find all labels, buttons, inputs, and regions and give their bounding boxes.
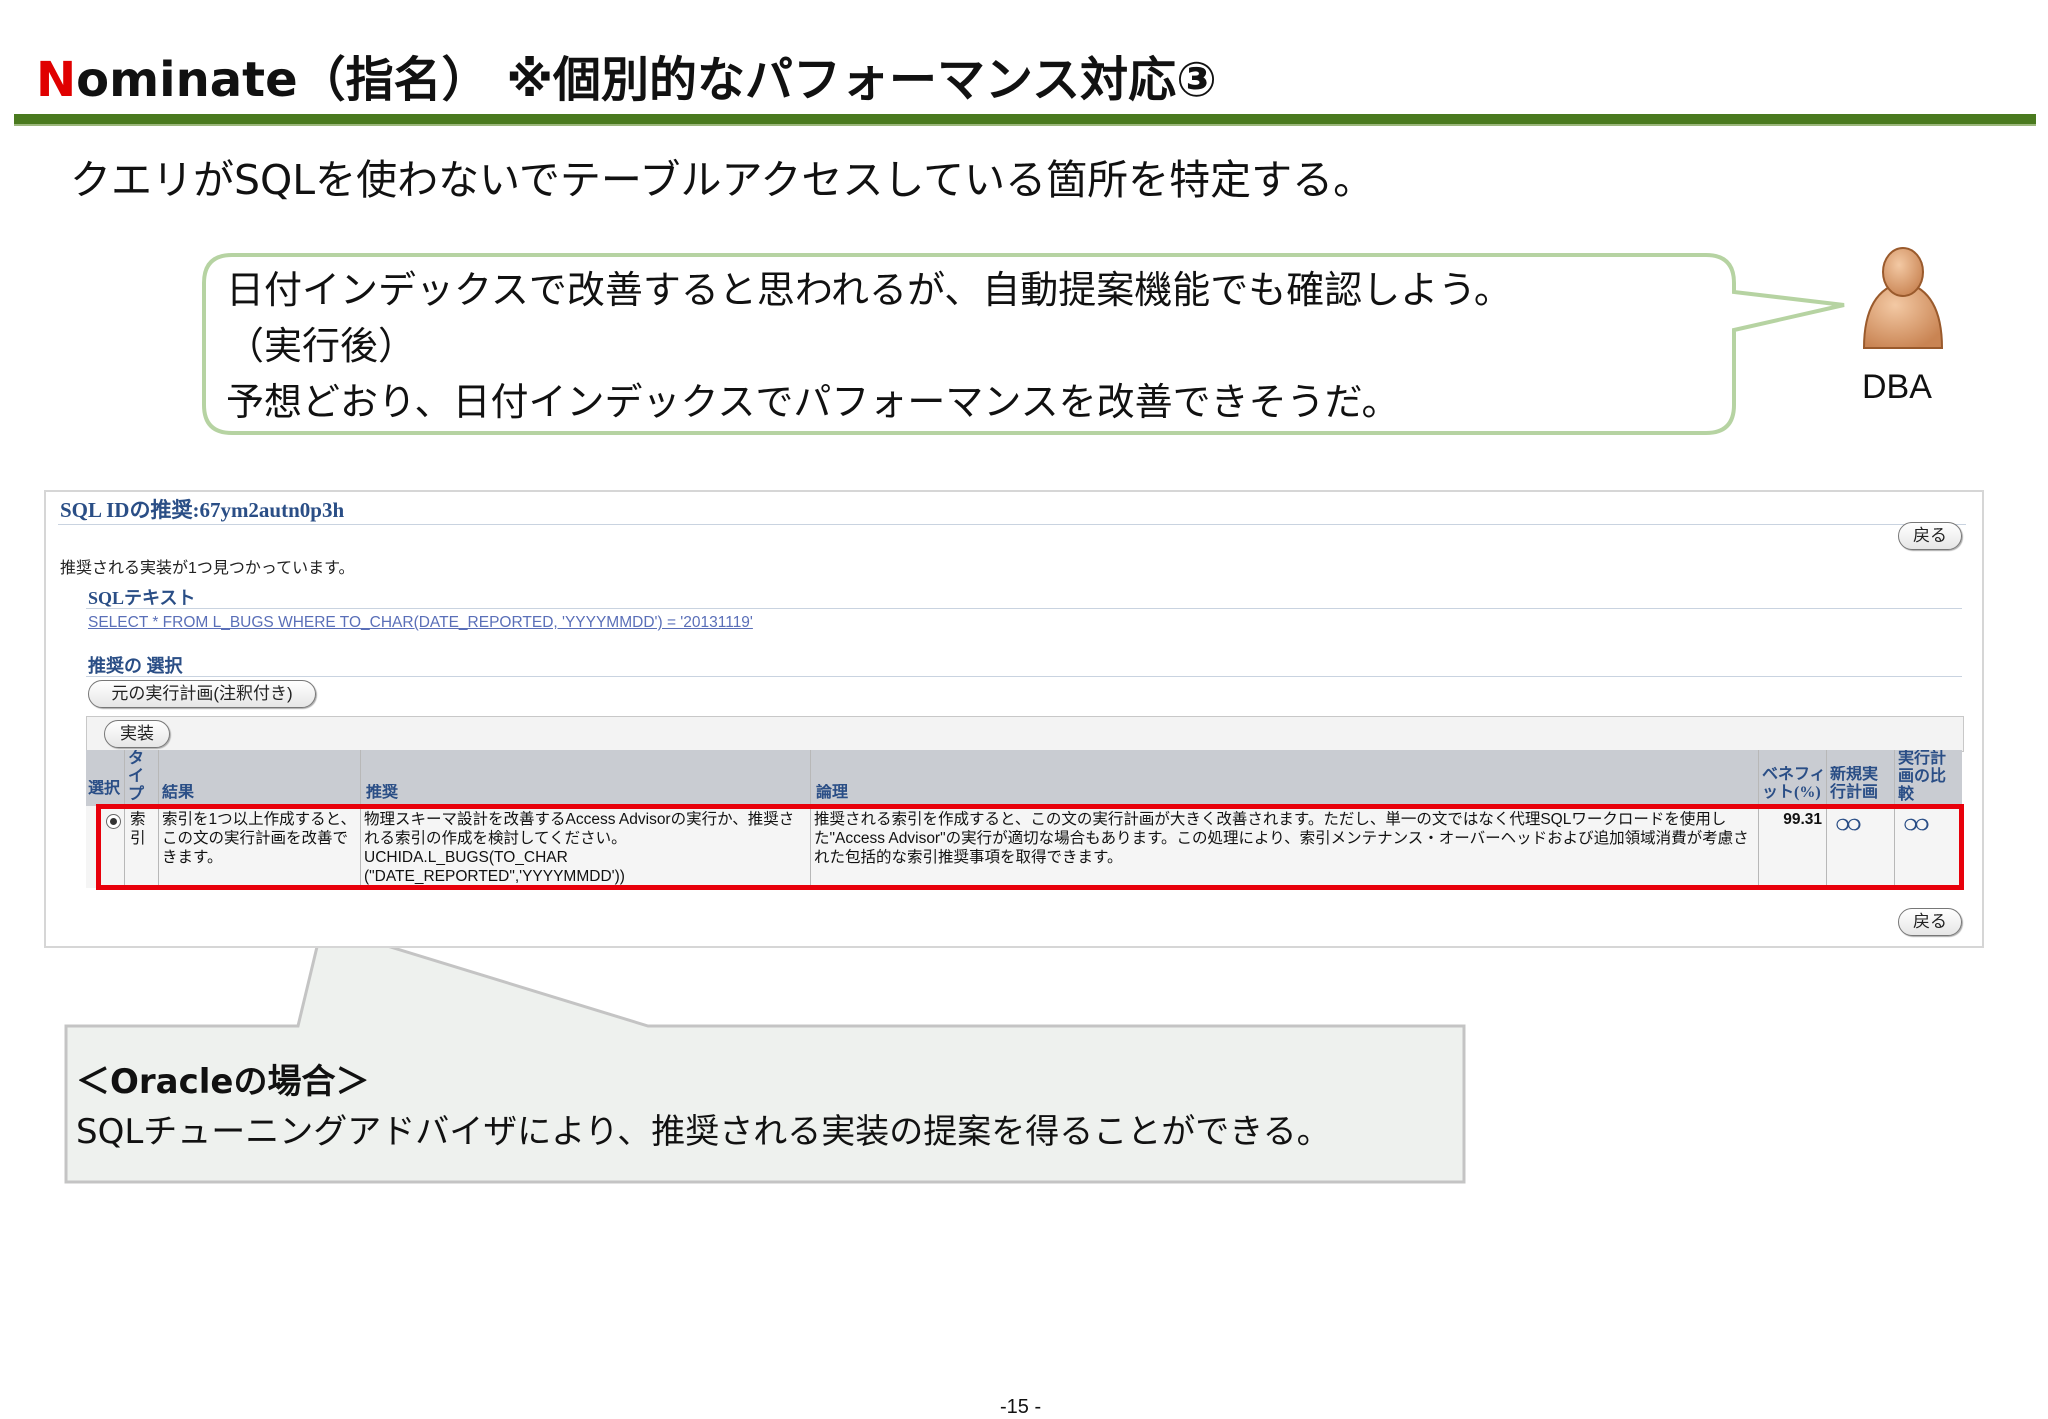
col-select[interactable]: 選択 <box>88 780 122 804</box>
sql-text-link[interactable]: SELECT * FROM L_BUGS WHERE TO_CHAR(DATE_… <box>88 614 753 632</box>
bubble-text: 日付インデックスで改善すると思われるが、自動提案機能でも確認しよう。 （実行後）… <box>226 262 1512 430</box>
bubble-line-3: 予想どおり、日付インデックスでパフォーマンスを改善できそうだ。 <box>226 380 1400 424</box>
col-type[interactable]: タイプ <box>128 750 146 804</box>
note-body: SQLチューニングアドバイザにより、推奨される実装の提案を得ることができる。 <box>76 1112 1331 1152</box>
person-icon <box>1862 247 1944 349</box>
recommendation-heading: 推奨の 選択 <box>88 656 183 676</box>
panel-title-divider <box>58 524 1966 525</box>
page-number: -15 - <box>1000 1396 1042 1418</box>
original-plan-button[interactable]: 元の実行計画(注釈付き) <box>88 680 316 708</box>
col-new-plan[interactable]: 新規実行計画 <box>1830 766 1892 806</box>
speaker-label: DBA <box>1862 368 1932 406</box>
col-result[interactable]: 結果 <box>162 784 282 804</box>
back-button-top[interactable]: 戻る <box>1898 522 1962 550</box>
implement-toolbar <box>86 716 1964 752</box>
highlight-box <box>96 804 1964 890</box>
panel-title: SQL IDの推奨:67ym2autn0p3h <box>60 498 345 522</box>
bubble-line-1: 日付インデックスで改善すると思われるが、自動提案機能でも確認しよう。 <box>226 268 1512 312</box>
sql-text-divider <box>86 608 1962 609</box>
col-compare-plan[interactable]: 実行計画の比較 <box>1898 750 1958 806</box>
col-benefit[interactable]: ベネフィット(%) <box>1762 766 1826 806</box>
col-recommendation[interactable]: 推奨 <box>366 784 566 804</box>
sql-text-heading: SQLテキスト <box>88 588 196 608</box>
sql-advisor-panel: SQL IDの推奨:67ym2autn0p3h 戻る 推奨される実装が1つ見つか… <box>44 490 1984 948</box>
note-heading: ＜Oracleの場合＞ <box>76 1062 370 1102</box>
implement-button[interactable]: 実装 <box>104 720 170 748</box>
recommendation-divider <box>86 676 1962 677</box>
col-rationale[interactable]: 論理 <box>816 784 1016 804</box>
back-button-bottom[interactable]: 戻る <box>1898 908 1962 936</box>
found-message: 推奨される実装が1つ見つかっています。 <box>60 560 355 577</box>
bubble-line-2: （実行後） <box>226 324 417 368</box>
